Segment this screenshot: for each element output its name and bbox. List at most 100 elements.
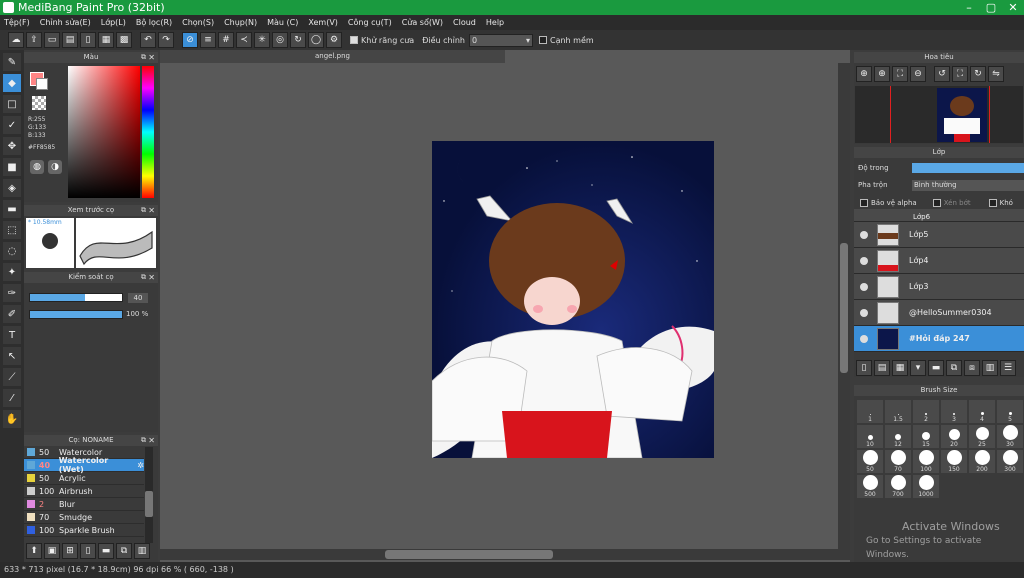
brush-size-option[interactable]: 700 <box>885 475 911 498</box>
close-icon[interactable]: ✕ <box>148 205 155 216</box>
eye-icon[interactable] <box>860 282 868 291</box>
radial-snap-icon[interactable]: ✳ <box>254 32 270 48</box>
select-pen-tool-icon[interactable]: ✑ <box>3 284 21 302</box>
lock-checkbox[interactable] <box>988 199 997 207</box>
eye-icon[interactable] <box>860 308 868 317</box>
brush-item[interactable]: 100 Sparkle Brush <box>24 524 144 537</box>
add-layer-menu-icon[interactable]: ▾ <box>910 360 926 376</box>
menu-select[interactable]: Chọn(S) <box>182 15 214 30</box>
settings-icon[interactable]: ⚙ <box>326 32 342 48</box>
new-halftone-layer-icon[interactable]: ▤ <box>874 360 890 376</box>
undo-icon[interactable]: ↶ <box>140 32 156 48</box>
layer-opacity-slider[interactable] <box>912 163 1024 173</box>
brush-copy-icon[interactable]: ▣ <box>44 543 60 559</box>
brush-settings-icon[interactable]: ✲ <box>137 461 144 470</box>
brush-size-option[interactable]: 12 <box>885 425 911 448</box>
layer-item-partial[interactable]: Lớp6 <box>854 209 1024 222</box>
snap-off-icon[interactable]: ⊘ <box>182 32 198 48</box>
circle-snap-icon[interactable]: ◎ <box>272 32 288 48</box>
brush-size-option[interactable]: 1000 <box>913 475 939 498</box>
lasso-tool-icon[interactable]: ◌ <box>3 242 21 260</box>
merge-layer-icon[interactable]: ⧈ <box>964 360 980 376</box>
upload-icon[interactable]: ⇪ <box>26 32 42 48</box>
close-icon[interactable]: ✕ <box>148 52 155 63</box>
horizontal-scrollbar[interactable] <box>160 549 850 560</box>
curve-snap-icon[interactable]: ↻ <box>290 32 306 48</box>
protect-alpha-checkbox[interactable] <box>860 199 868 207</box>
layer-folder-icon[interactable]: ▬ <box>928 360 944 376</box>
new-8bit-layer-icon[interactable]: ▦ <box>892 360 908 376</box>
brush-file-icon[interactable]: ▯ <box>80 543 96 559</box>
magic-wand-tool-icon[interactable]: ✦ <box>3 263 21 281</box>
minimize-button[interactable]: – <box>958 0 980 15</box>
menu-layer[interactable]: Lớp(L) <box>101 15 126 30</box>
antialias-checkbox[interactable] <box>350 36 358 44</box>
grid-icon[interactable]: ▩ <box>116 32 132 48</box>
brush-size-option[interactable]: 5 <box>997 400 1023 423</box>
layer-item[interactable]: Lớp5 <box>854 222 1024 248</box>
doc-icon[interactable]: ▯ <box>80 32 96 48</box>
reset-icon[interactable]: ⛶ <box>952 66 968 82</box>
brush-duplicate-icon[interactable]: ⧉ <box>116 543 132 559</box>
gradient-tool-icon[interactable]: ▬ <box>3 200 21 218</box>
menu-edit[interactable]: Chỉnh sửa(E) <box>40 15 91 30</box>
redo-icon[interactable]: ↷ <box>158 32 174 48</box>
menu-window[interactable]: Cửa sổ(W) <box>402 15 443 30</box>
menu-tools[interactable]: Công cụ(T) <box>348 15 392 30</box>
brush-item[interactable]: 2 Blur <box>24 498 144 511</box>
brush-opacity-slider[interactable] <box>29 310 123 319</box>
move-tool-icon[interactable]: ✥ <box>3 137 21 155</box>
eye-icon[interactable] <box>860 334 868 343</box>
duplicate-layer-icon[interactable]: ⧉ <box>946 360 962 376</box>
hand-tool-icon[interactable]: ✋ <box>3 410 21 428</box>
close-icon[interactable]: ✕ <box>148 272 155 283</box>
adjust-select[interactable]: 0 ▾ <box>468 33 533 47</box>
brush-size-option[interactable]: 100 <box>913 450 939 473</box>
layer-item-selected[interactable]: #Hỏi đáp 247 <box>854 326 1024 352</box>
brush-list-scrollbar[interactable] <box>145 447 153 543</box>
brush-size-slider[interactable] <box>29 293 123 302</box>
transparent-swatch[interactable] <box>32 96 46 110</box>
brush-size-option[interactable]: 150 <box>941 450 967 473</box>
brush-size-option[interactable]: 50 <box>857 450 883 473</box>
brush-size-option[interactable]: 15 <box>913 425 939 448</box>
dot-tool-icon[interactable]: □ <box>3 95 21 113</box>
comment-icon[interactable]: ▭ <box>44 32 60 48</box>
swap-color-icon[interactable]: ◑ <box>48 160 62 174</box>
menu-filter[interactable]: Bộ lọc(R) <box>136 15 172 30</box>
layer-settings-icon[interactable]: ☰ <box>1000 360 1016 376</box>
vertical-scrollbar[interactable] <box>838 63 850 549</box>
close-button[interactable]: ✕ <box>1002 0 1024 15</box>
brush-size-option[interactable]: 2 <box>913 400 939 423</box>
brush-size-option[interactable]: 70 <box>885 450 911 473</box>
brush-size-option[interactable]: 10 <box>857 425 883 448</box>
flip-icon[interactable]: ⇋ <box>988 66 1004 82</box>
detach-icon[interactable]: ⧉ <box>141 205 146 216</box>
parallel-snap-icon[interactable]: ≡ <box>200 32 216 48</box>
brush-size-value[interactable]: 40 <box>128 293 148 303</box>
chat-icon[interactable]: ▤ <box>62 32 78 48</box>
scroll-thumb[interactable] <box>385 550 553 559</box>
brush-folder-icon[interactable]: ▬ <box>98 543 114 559</box>
detach-icon[interactable]: ⧉ <box>141 435 146 446</box>
rotate-left-icon[interactable]: ↺ <box>934 66 950 82</box>
shape-tool-icon[interactable]: ✓ <box>3 116 21 134</box>
brush-delete-icon[interactable]: ▥ <box>134 543 150 559</box>
cross-snap-icon[interactable]: # <box>218 32 234 48</box>
close-icon[interactable]: ✕ <box>148 435 155 446</box>
brush-size-option[interactable]: 1.5 <box>885 400 911 423</box>
brush-add-icon[interactable]: ⊞ <box>62 543 78 559</box>
ellipse-snap-icon[interactable]: ◯ <box>308 32 324 48</box>
soft-edge-checkbox[interactable] <box>538 36 547 44</box>
menu-color[interactable]: Màu (C) <box>267 15 298 30</box>
text-tool-icon[interactable]: T <box>3 326 21 344</box>
palette-icon[interactable]: ◍ <box>30 160 44 174</box>
menu-help[interactable]: Help <box>486 15 504 30</box>
brush-size-option[interactable]: 3 <box>941 400 967 423</box>
menu-cloud[interactable]: Cloud <box>453 15 476 30</box>
maximize-button[interactable]: ▢ <box>980 0 1002 15</box>
layer-item[interactable]: Lớp4 <box>854 248 1024 274</box>
brush-upload-icon[interactable]: ⬆ <box>26 543 42 559</box>
brush-item[interactable]: 100 Airbrush <box>24 485 144 498</box>
detach-icon[interactable]: ⧉ <box>141 52 146 63</box>
